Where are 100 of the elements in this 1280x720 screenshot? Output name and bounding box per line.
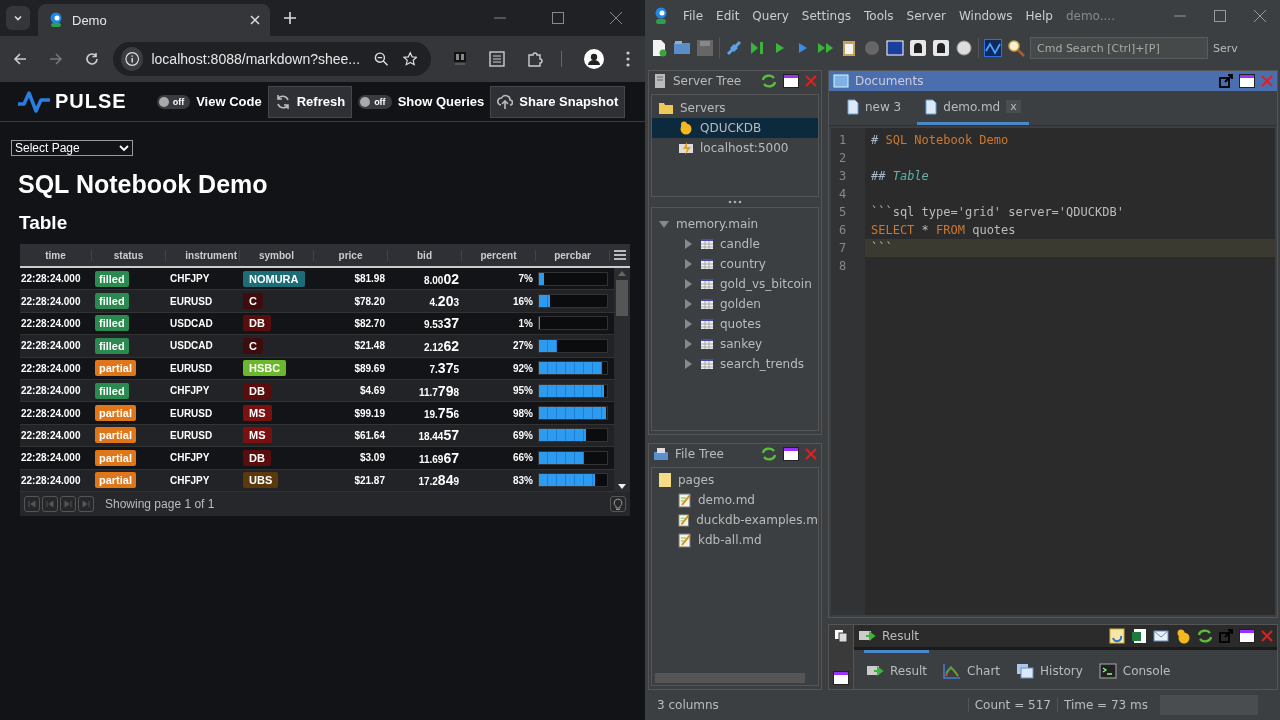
window-icon[interactable] <box>1239 629 1255 643</box>
close-icon[interactable] <box>610 12 622 24</box>
splitter-handle[interactable] <box>728 200 742 204</box>
maximize-icon[interactable] <box>552 12 564 24</box>
expander-icon[interactable] <box>658 218 670 230</box>
column-header[interactable]: percbar <box>536 249 610 261</box>
plug-icon[interactable] <box>725 39 743 57</box>
expander-icon[interactable] <box>682 258 694 270</box>
star-icon[interactable] <box>402 51 417 67</box>
tree-item[interactable]: sankey <box>720 337 763 351</box>
spreadsheet-icon[interactable] <box>1131 628 1147 644</box>
result-tab[interactable]: Result <box>864 650 930 689</box>
tree-item[interactable]: candle <box>720 237 760 251</box>
new-tab-icon[interactable] <box>284 12 296 24</box>
tree-item[interactable]: localhost:5000 <box>700 141 789 155</box>
refresh-icon[interactable] <box>761 447 777 461</box>
close-icon[interactable] <box>1254 10 1266 22</box>
save-icon[interactable] <box>696 39 714 57</box>
reload-icon[interactable] <box>85 52 99 66</box>
column-header[interactable]: instrument <box>166 249 240 261</box>
document-tab[interactable]: new 3 <box>839 91 910 125</box>
expander-icon[interactable] <box>682 298 694 310</box>
column-header[interactable]: bid <box>388 249 462 261</box>
step-icon[interactable] <box>748 39 766 57</box>
back-icon[interactable] <box>13 52 27 66</box>
circle-icon[interactable] <box>955 39 973 57</box>
browser-tab[interactable]: Demo <box>38 4 270 36</box>
bell-icon[interactable] <box>909 39 927 57</box>
tree-item[interactable]: gold_vs_bitcoin <box>720 277 812 291</box>
close-tab-button[interactable]: x <box>1006 100 1021 113</box>
hint-button[interactable] <box>610 496 626 512</box>
tree-item[interactable]: demo.md <box>698 493 755 507</box>
menu-item[interactable]: Windows <box>958 9 1013 23</box>
zoom-icon[interactable] <box>374 51 389 67</box>
menu-item[interactable]: Settings <box>801 9 852 23</box>
avatar-icon[interactable] <box>584 49 604 69</box>
column-header[interactable]: symbol <box>240 249 314 261</box>
result-tab[interactable]: Chart <box>941 650 1003 689</box>
window-icon[interactable] <box>783 447 799 461</box>
menu-item[interactable]: Query <box>752 9 789 23</box>
column-header[interactable]: price <box>314 249 388 261</box>
tree-item[interactable]: golden <box>720 297 761 311</box>
window-icon[interactable] <box>783 74 799 88</box>
new-file-icon[interactable] <box>650 39 668 57</box>
page-select[interactable]: Select Page <box>11 140 133 156</box>
menu-item[interactable]: Help <box>1025 9 1053 23</box>
tree-item[interactable]: country <box>720 257 766 271</box>
external-window-icon[interactable] <box>1219 74 1233 88</box>
forward-icon[interactable] <box>49 52 63 66</box>
info-icon[interactable] <box>121 47 144 71</box>
wave-icon[interactable] <box>984 39 1002 57</box>
clipboard-icon[interactable] <box>840 39 858 57</box>
column-header[interactable]: percent <box>462 249 536 261</box>
result-tab[interactable]: Console <box>1096 650 1173 689</box>
tree-item[interactable]: pages <box>678 473 715 487</box>
menu-icon[interactable] <box>626 51 630 67</box>
address-bar[interactable]: localhost:8088/markdown?shee... <box>113 42 431 76</box>
scroll-up-icon[interactable] <box>618 271 626 276</box>
scrollbar[interactable] <box>655 673 805 683</box>
search-field[interactable]: Cmd Search [Ctrl]+[P] <box>1030 37 1208 59</box>
square-icon[interactable] <box>886 39 904 57</box>
column-header[interactable]: status <box>92 249 166 261</box>
email-icon[interactable] <box>1153 628 1169 644</box>
expander-icon[interactable] <box>682 278 694 290</box>
refresh-button[interactable]: Refresh <box>267 85 353 118</box>
extension-icon[interactable] <box>453 51 467 67</box>
toggle-switch[interactable]: off <box>156 94 191 109</box>
share-button[interactable]: Share Snapshot <box>490 85 626 118</box>
expander-icon[interactable] <box>682 358 694 370</box>
tree-item[interactable]: memory.main <box>676 217 759 231</box>
maximize-icon[interactable] <box>1214 10 1226 22</box>
menu-icon[interactable] <box>614 250 626 260</box>
refresh-icon[interactable] <box>761 74 777 88</box>
scroll-down-icon[interactable] <box>618 484 626 489</box>
expander-icon[interactable] <box>682 238 694 250</box>
menu-item[interactable]: Edit <box>716 9 740 23</box>
menu-item[interactable]: File <box>683 9 704 23</box>
refresh-icon[interactable] <box>1197 629 1213 643</box>
refresh-doc-icon[interactable] <box>1109 628 1125 644</box>
document-tab[interactable]: demo.md x <box>917 91 1029 125</box>
search-icon[interactable] <box>1007 39 1025 57</box>
code-editor[interactable]: 1 2 3 4 5 6 7 8 # SQL Notebook Demo ## Table ```sql type='grid' server='QDUCKDB' SELECT * FROM quotes ``` <box>831 128 1275 615</box>
toggle-switch[interactable]: off <box>358 94 392 109</box>
expander-icon[interactable] <box>682 338 694 350</box>
folder-icon[interactable] <box>673 39 691 57</box>
bell-icon[interactable] <box>932 39 950 57</box>
window-icon[interactable] <box>833 671 849 685</box>
result-tab[interactable]: History <box>1014 650 1085 689</box>
tab-search-button[interactable] <box>6 6 30 30</box>
column-header[interactable]: time <box>20 249 92 261</box>
scrollbar-thumb[interactable] <box>616 280 628 316</box>
tree-item[interactable]: Servers <box>680 101 726 115</box>
duck-icon[interactable] <box>1175 628 1191 644</box>
window-icon[interactable] <box>1239 74 1255 88</box>
toolbar-label[interactable]: Serv <box>1213 41 1238 55</box>
puzzle-icon[interactable] <box>527 51 543 67</box>
tree-item[interactable]: quotes <box>720 317 761 331</box>
tree-item[interactable]: kdb-all.md <box>698 533 762 547</box>
reading-list-icon[interactable] <box>489 51 505 67</box>
copy-icon[interactable] <box>834 629 848 643</box>
